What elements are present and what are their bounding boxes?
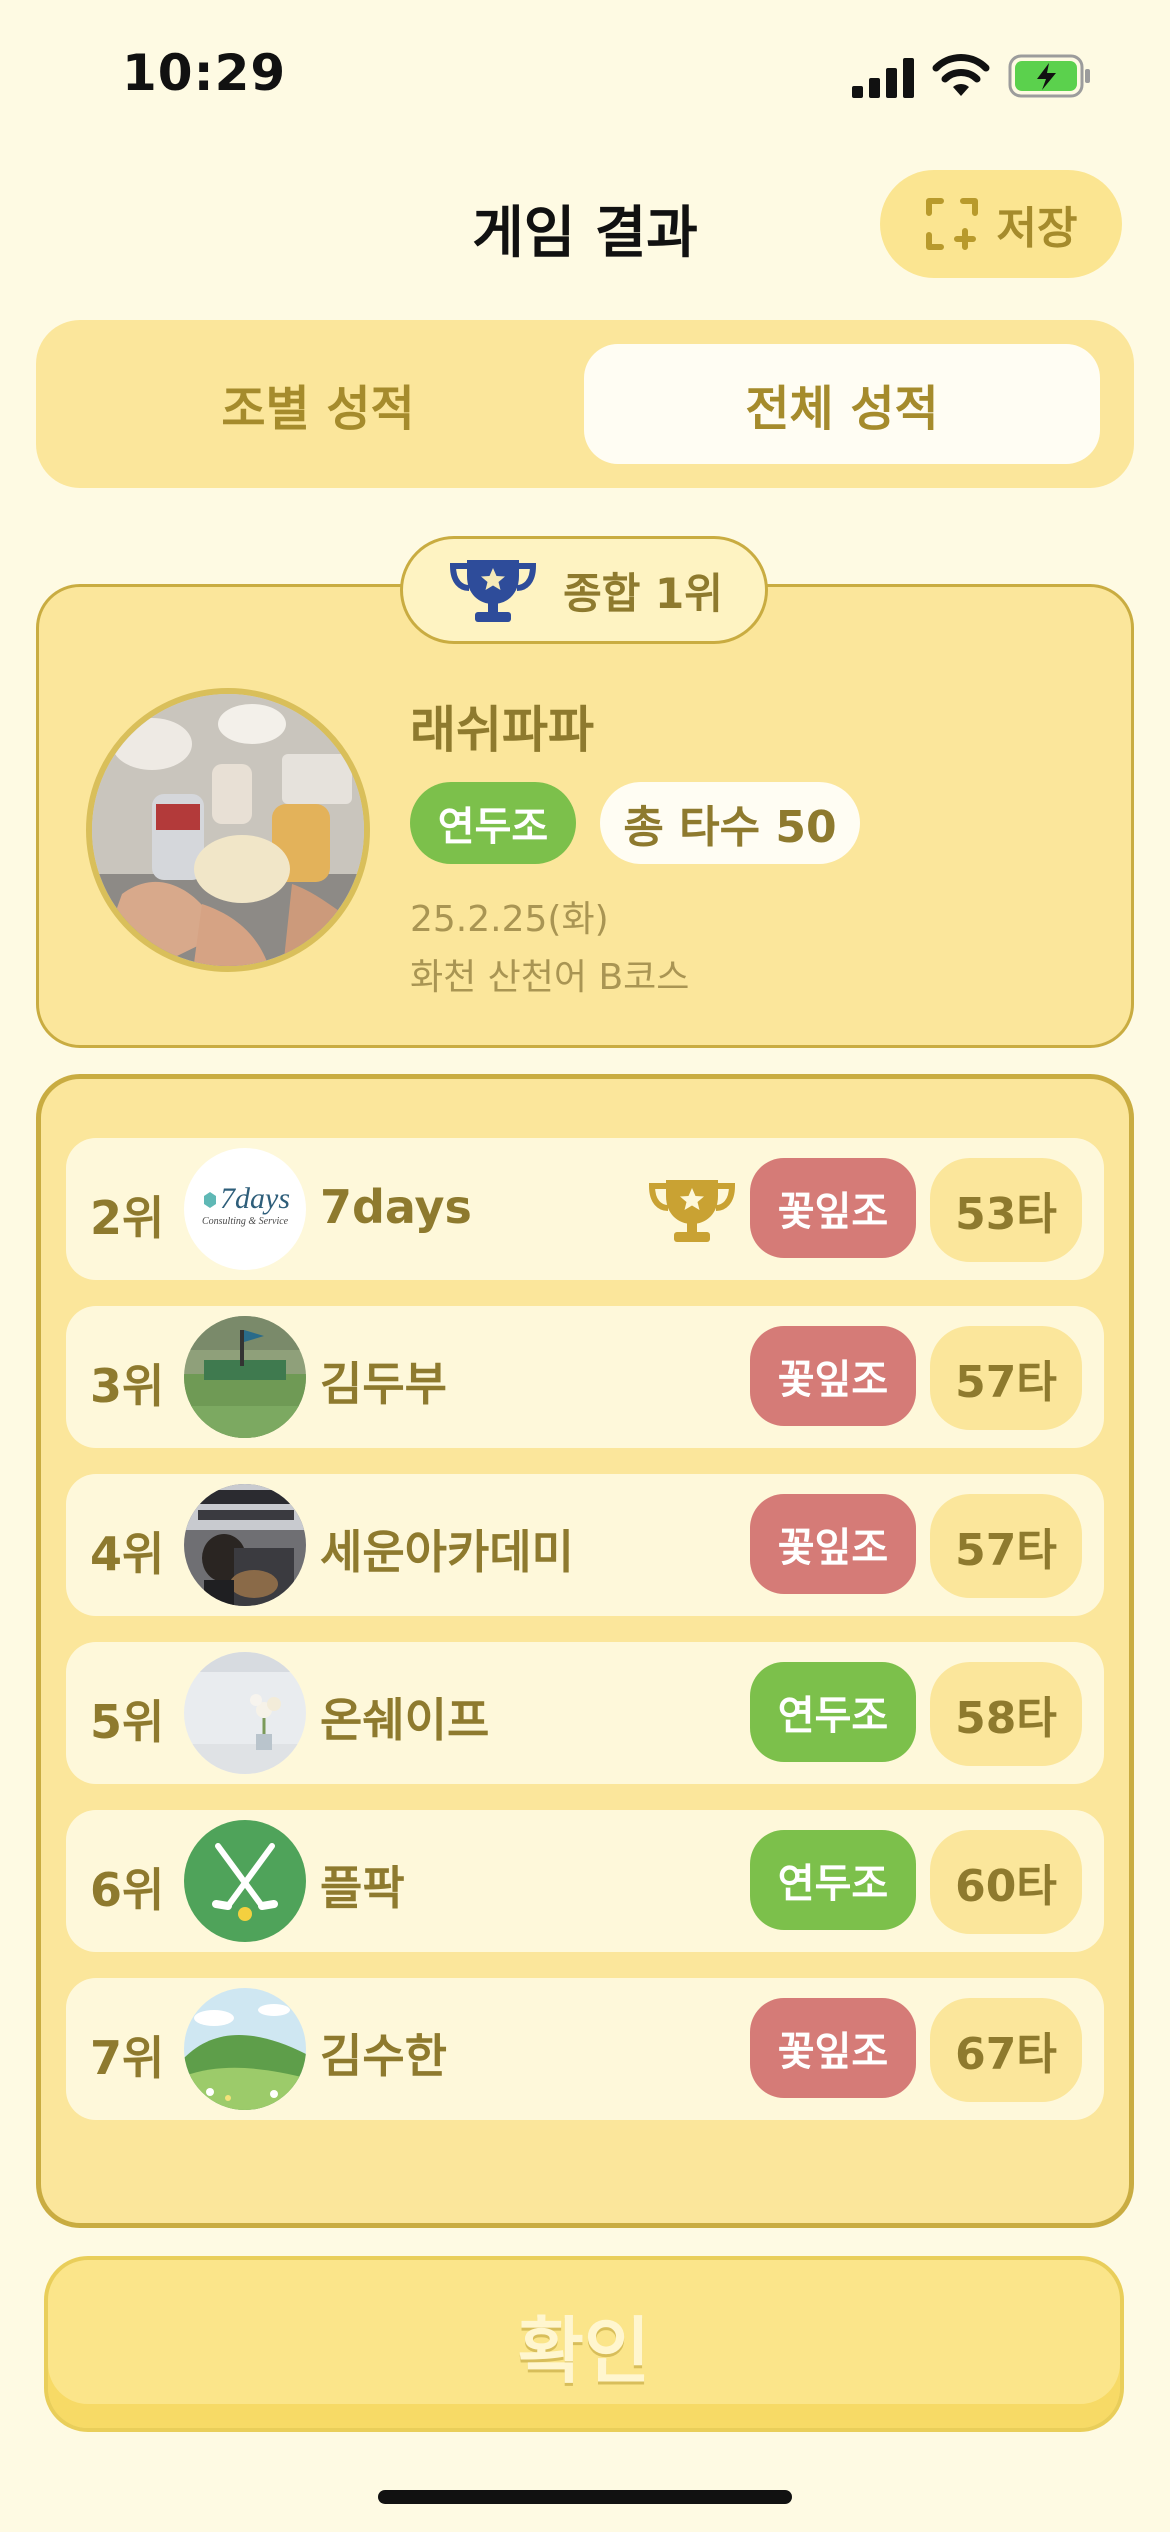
avatar xyxy=(184,1484,306,1606)
first-place-badge: 종합 1위 xyxy=(400,536,768,644)
save-button[interactable]: 저장 xyxy=(880,170,1122,278)
player-name: 7days xyxy=(320,1180,472,1234)
ranking-row-6[interactable]: 6위 플팍 연두조 60타 xyxy=(66,1810,1104,1952)
course-name: 화천 산천어 B코스 xyxy=(410,957,690,998)
game-result-screen: 10:29 게임 결과 저장 조별 성적 전체 성적 종합 1위 래쉬파파 연두… xyxy=(0,0,1170,2532)
rank-label: 6위 xyxy=(90,1863,165,1917)
avatar xyxy=(184,1988,306,2110)
status-bar: 10:29 xyxy=(0,0,1170,150)
status-time: 10:29 xyxy=(122,44,287,102)
winner-total-strokes: 총 타수 50 xyxy=(600,782,860,864)
player-name: 김수한 xyxy=(320,2029,447,2083)
winner-avatar xyxy=(86,688,370,972)
rank-label: 4위 xyxy=(90,1527,165,1581)
rank-label: 7위 xyxy=(90,2031,165,2085)
tab-total-results[interactable]: 전체 성적 xyxy=(584,344,1100,464)
tab-group-results[interactable]: 조별 성적 xyxy=(60,344,576,464)
avatar xyxy=(184,1820,306,1942)
ranking-row-7[interactable]: 7위 김수한 꽃잎조 67타 xyxy=(66,1978,1104,2120)
player-name: 플팍 xyxy=(320,1861,405,1915)
wifi-icon xyxy=(932,54,990,96)
svg-text:7days: 7days xyxy=(220,1182,290,1215)
player-name: 김두부 xyxy=(320,1357,447,1411)
battery-icon xyxy=(1008,54,1090,98)
confirm-button[interactable]: 확인 xyxy=(44,2256,1124,2432)
team-badge: 꽃잎조 xyxy=(750,1158,916,1258)
capture-icon xyxy=(925,198,978,250)
avatar xyxy=(184,1316,306,1438)
score-badge: 60타 xyxy=(930,1830,1082,1934)
score-badge: 67타 xyxy=(930,1998,1082,2102)
golf-clubs-icon xyxy=(184,1820,306,1942)
ranking-row-4[interactable]: 4위 세운아카데미 꽃잎조 57타 xyxy=(66,1474,1104,1616)
home-indicator[interactable] xyxy=(378,2490,792,2504)
trophy-icon xyxy=(648,1180,736,1242)
svg-text:Consulting & Service: Consulting & Service xyxy=(202,1216,289,1227)
team-badge: 연두조 xyxy=(750,1662,916,1762)
flower-room-photo-icon xyxy=(184,1652,306,1774)
winner-name: 래쉬파파 xyxy=(410,701,594,759)
rank-label: 5위 xyxy=(90,1695,165,1749)
driving-range-photo-icon xyxy=(184,1316,306,1438)
team-badge: 꽃잎조 xyxy=(750,1494,916,1594)
cheers-photo-icon xyxy=(92,694,364,966)
ranking-row-5[interactable]: 5위 온쉐이프 연두조 58타 xyxy=(66,1642,1104,1784)
result-tabs: 조별 성적 전체 성적 xyxy=(36,320,1134,488)
rank-label: 3위 xyxy=(90,1359,165,1413)
player-name: 세운아카데미 xyxy=(320,1525,574,1579)
score-badge: 58타 xyxy=(930,1662,1082,1766)
team-badge: 꽃잎조 xyxy=(750,1998,916,2098)
trophy-icon xyxy=(450,560,537,622)
rank-label: 2위 xyxy=(90,1191,165,1245)
game-date: 25.2.25(화) xyxy=(410,899,609,940)
blues-guitar-photo-icon xyxy=(184,1484,306,1606)
save-button-label: 저장 xyxy=(996,203,1078,254)
first-place-label: 종합 1위 xyxy=(563,568,723,618)
player-name: 온쉐이프 xyxy=(320,1693,490,1747)
score-badge: 57타 xyxy=(930,1494,1082,1598)
score-badge: 57타 xyxy=(930,1326,1082,1430)
score-badge: 53타 xyxy=(930,1158,1082,1262)
avatar: 7days Consulting & Service xyxy=(184,1148,306,1270)
ranking-row-2[interactable]: 2위 7days Consulting & Service 7days 꽃잎조 … xyxy=(66,1138,1104,1280)
avatar xyxy=(184,1652,306,1774)
ranking-row-3[interactable]: 3위 김두부 꽃잎조 57타 xyxy=(66,1306,1104,1448)
7days-logo-icon: 7days Consulting & Service xyxy=(184,1148,306,1270)
hill-landscape-photo-icon xyxy=(184,1988,306,2110)
team-badge: 연두조 xyxy=(750,1830,916,1930)
team-badge: 꽃잎조 xyxy=(750,1326,916,1426)
signal-icon xyxy=(852,58,914,98)
winner-team-badge: 연두조 xyxy=(410,782,576,864)
